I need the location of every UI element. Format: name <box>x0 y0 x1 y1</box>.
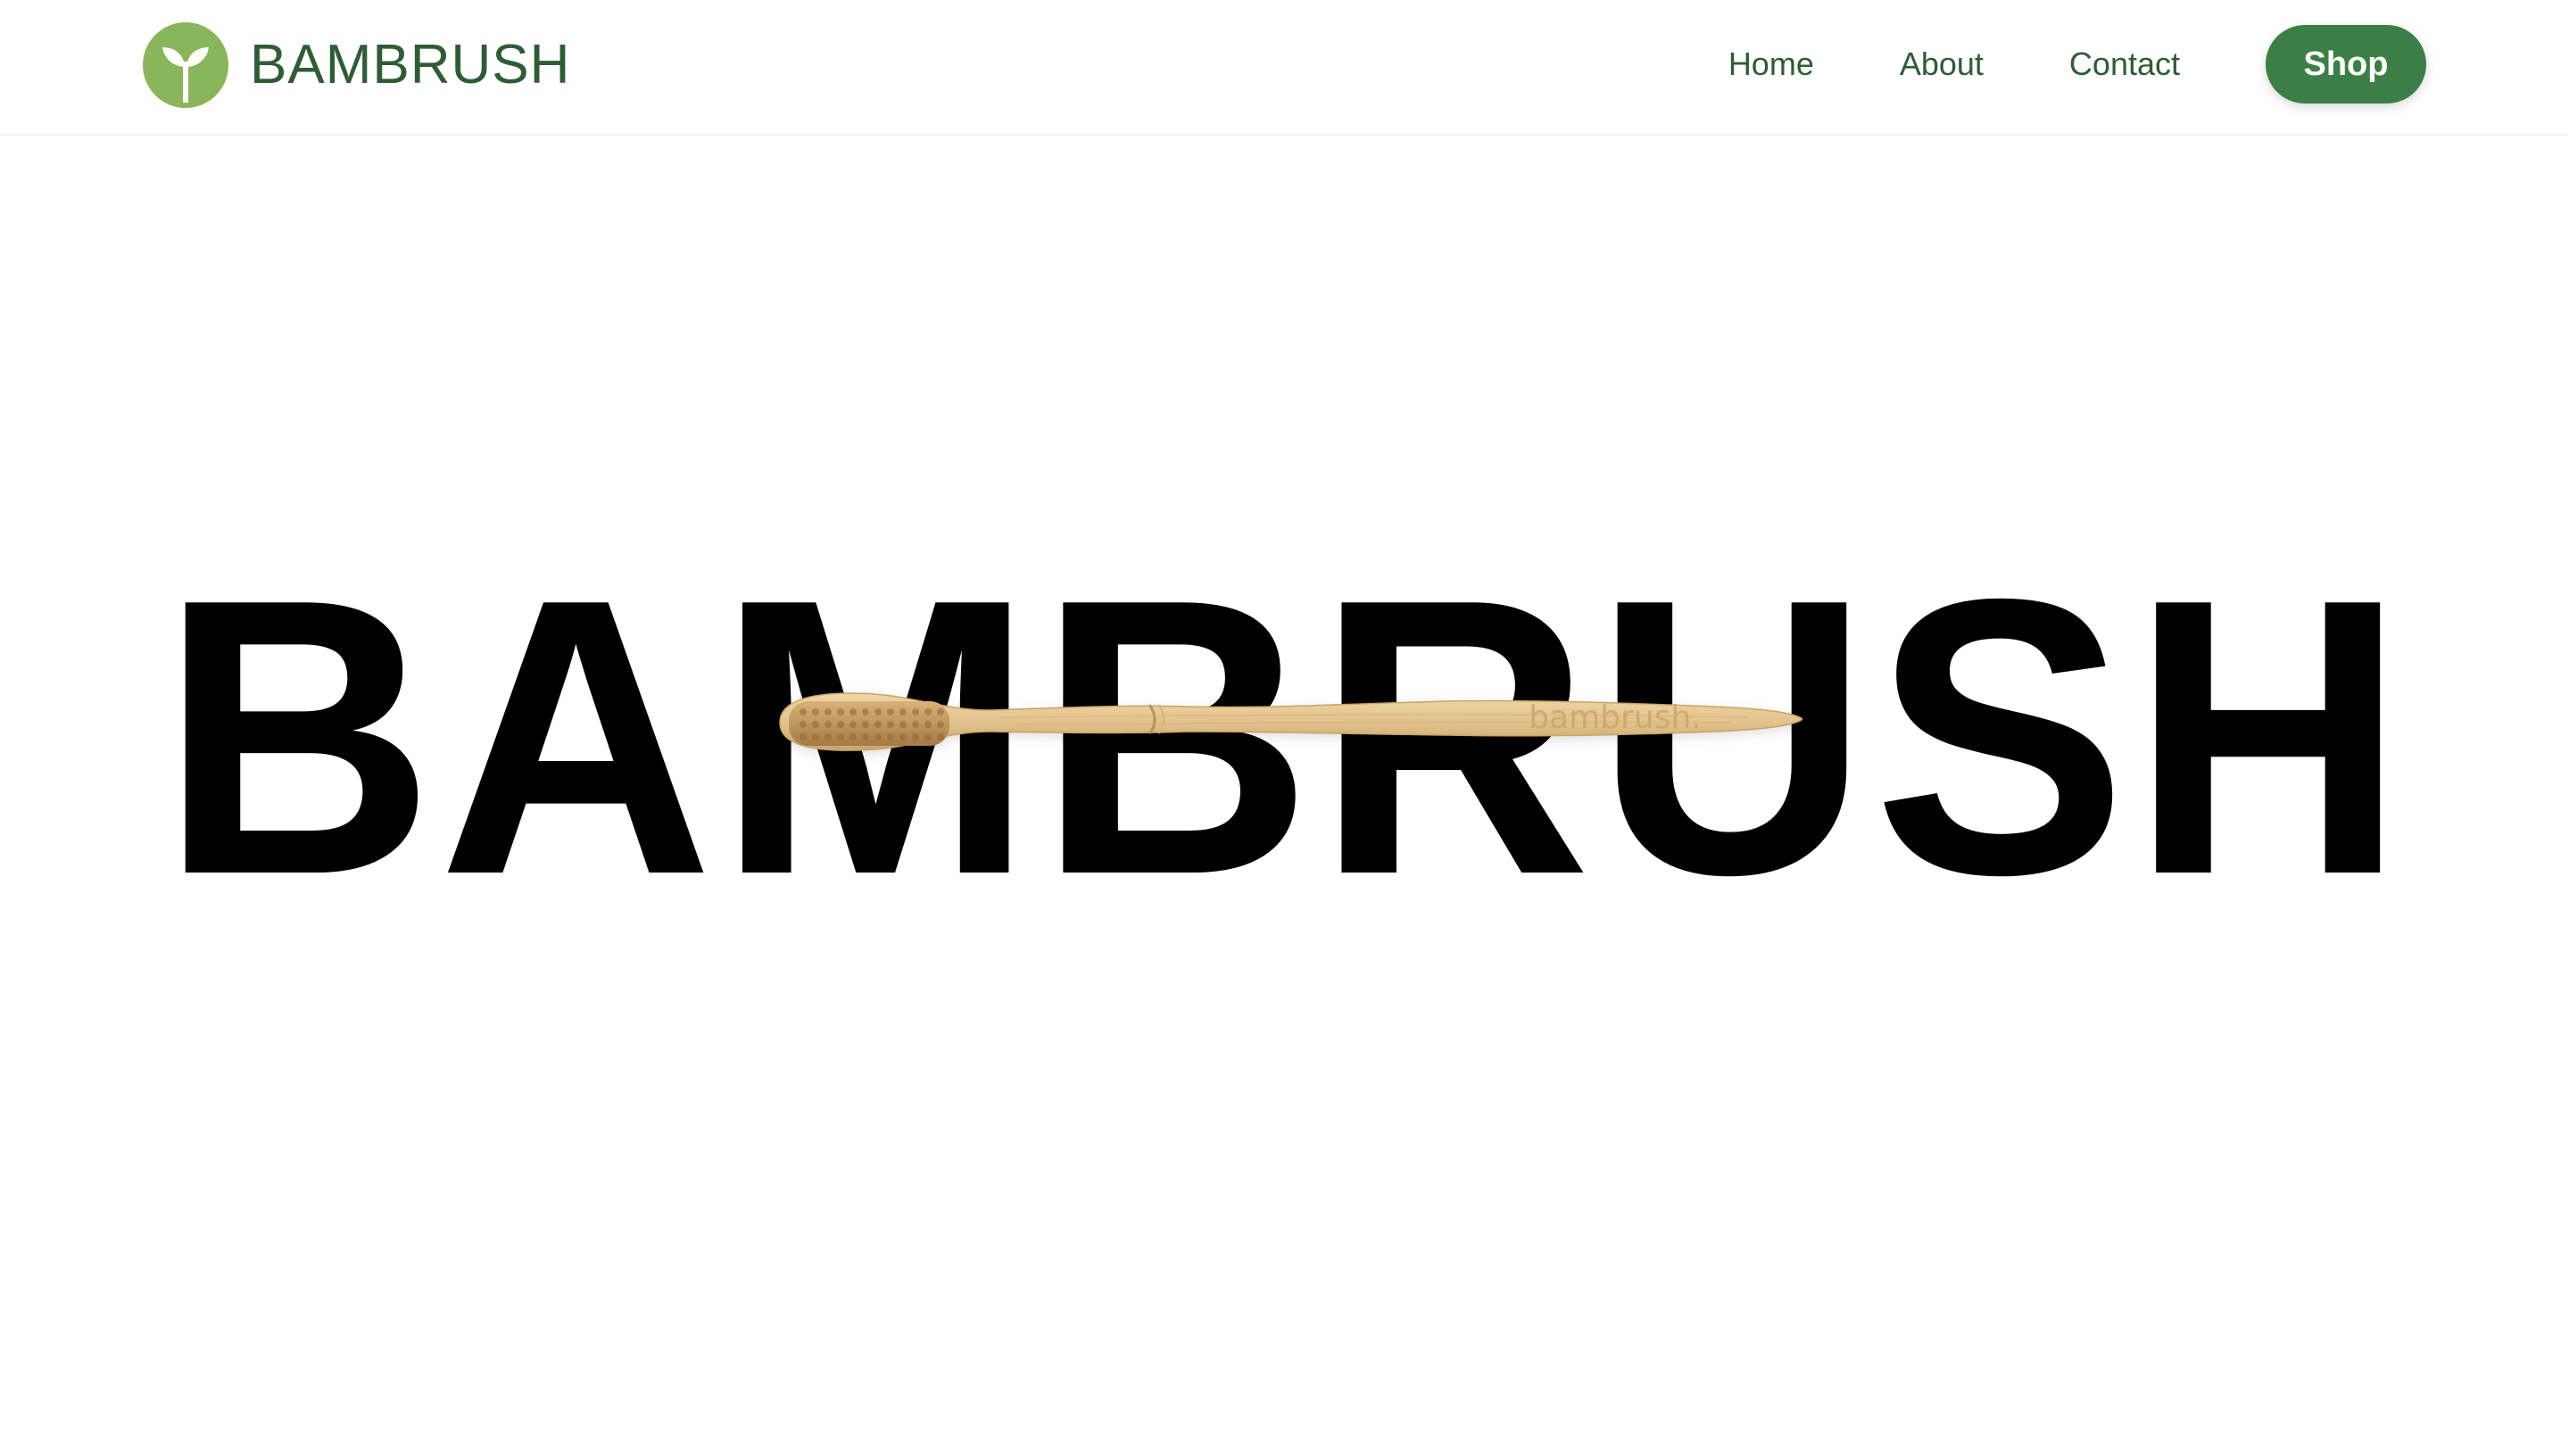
nav-contact-link[interactable]: Contact <box>2069 48 2180 80</box>
bamboo-toothbrush-image: bambrush. <box>779 692 1802 751</box>
main-nav: Home About Contact Shop <box>1728 25 2426 103</box>
toothbrush-engraving: bambrush. <box>1529 699 1701 736</box>
shop-button[interactable]: Shop <box>2266 25 2426 103</box>
page: BAMBRUSH Home About Contact Shop BAMBRUS… <box>0 0 2569 1456</box>
sprout-leaf-icon <box>143 22 228 108</box>
brand-name: BAMBRUSH <box>250 34 571 95</box>
site-header: BAMBRUSH Home About Contact Shop <box>0 0 2569 136</box>
nav-home-link[interactable]: Home <box>1728 48 1814 80</box>
hero-section: BAMBRUSH bambrush. <box>0 136 2569 1456</box>
nav-about-link[interactable]: About <box>1900 48 1984 80</box>
brand-link[interactable]: BAMBRUSH <box>143 21 570 109</box>
